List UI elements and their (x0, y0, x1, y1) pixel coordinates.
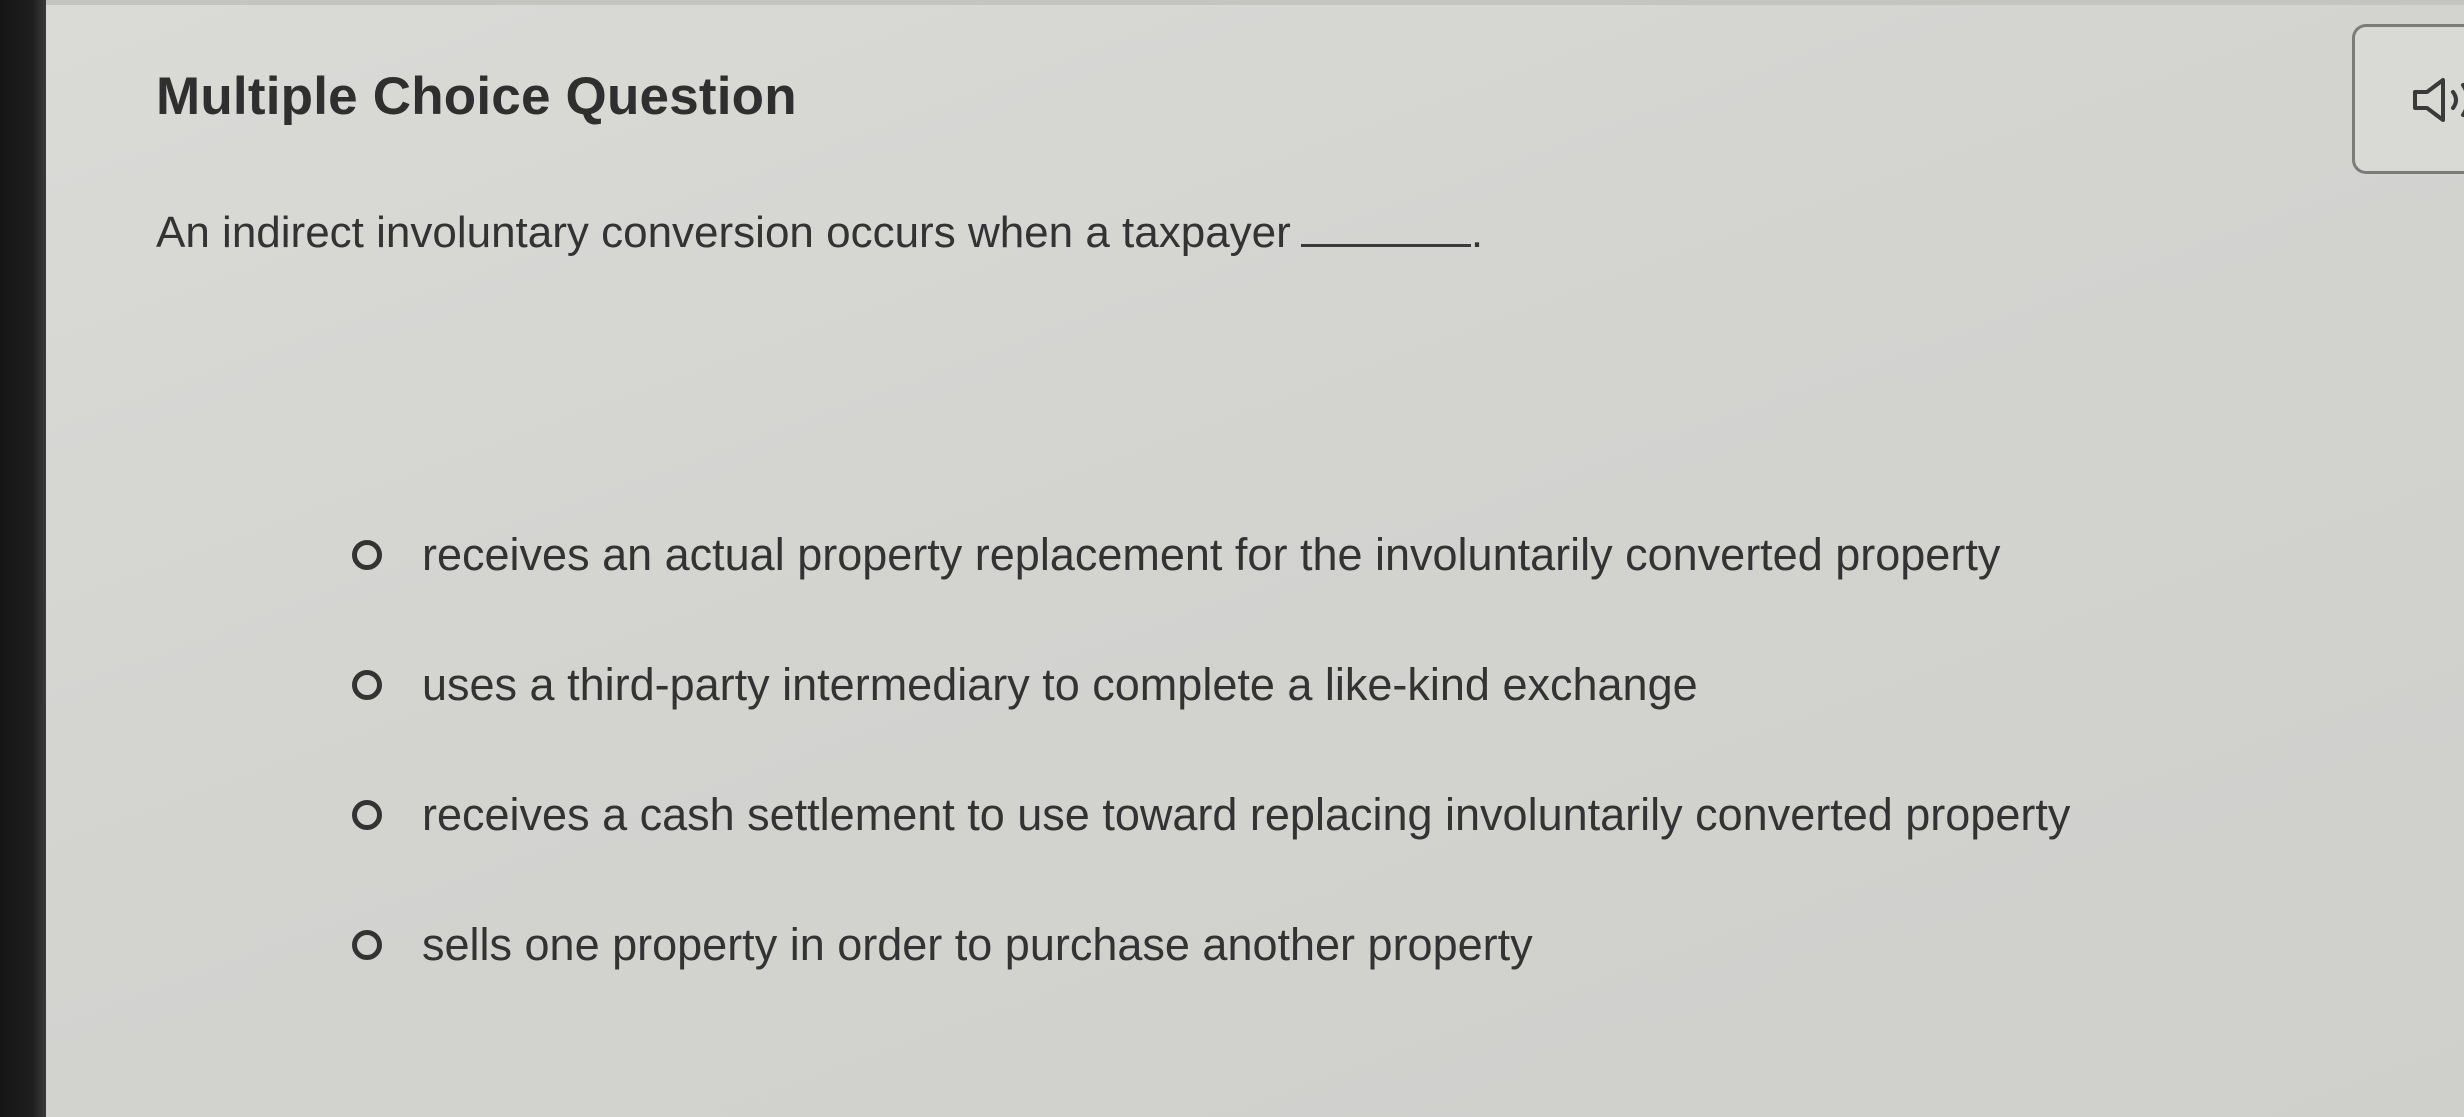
answer-option[interactable]: receives a cash settlement to use toward… (306, 780, 2070, 850)
prompt-end: . (1470, 208, 1484, 257)
screen-bezel (0, 0, 46, 1117)
option-label: receives a cash settlement to use toward… (422, 789, 2071, 840)
answer-blank (1300, 244, 1471, 247)
answer-option[interactable]: sells one property in order to purchase … (306, 910, 1533, 980)
prompt-text: An indirect involuntary conversion occur… (156, 208, 1291, 257)
radio-button[interactable] (352, 540, 382, 570)
question-heading: Multiple Choice Question (156, 67, 797, 126)
answer-option[interactable]: receives an actual property replacement … (306, 520, 2000, 590)
answer-option[interactable]: uses a third-party intermediary to compl… (306, 650, 1698, 720)
option-label: receives an actual property replacement … (422, 529, 2001, 580)
radio-button[interactable] (352, 670, 382, 700)
speaker-icon (2413, 78, 2464, 122)
question-screen: Multiple Choice Question An indirect inv… (46, 0, 2464, 1117)
option-label: sells one property in order to purchase … (422, 919, 1533, 970)
radio-button[interactable] (352, 930, 382, 960)
question-prompt: An indirect involuntary conversion occur… (156, 208, 1483, 258)
read-aloud-button[interactable] (2352, 24, 2464, 174)
radio-button[interactable] (352, 800, 382, 830)
option-label: uses a third-party intermediary to compl… (422, 659, 1698, 710)
top-divider (46, 0, 2464, 5)
